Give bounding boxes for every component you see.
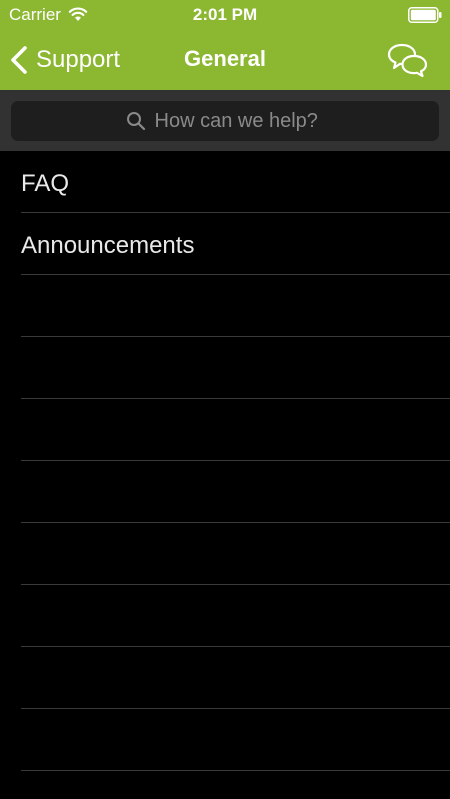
empty-row [21,585,450,647]
status-bar: Carrier 2:01 PM [0,0,450,30]
empty-row [21,523,450,585]
battery-icon [408,7,442,23]
empty-row [21,709,450,771]
back-button-label: Support [36,46,121,73]
empty-row [21,399,450,461]
list-item-faq[interactable]: FAQ [21,151,450,213]
support-list: FAQ Announcements [0,151,450,771]
list-item-label: Announcements [21,232,195,259]
back-button[interactable]: Support [10,42,120,78]
empty-row [21,647,450,709]
empty-row [21,337,450,399]
chat-bubbles-icon[interactable] [386,42,430,78]
status-time: 2:01 PM [192,5,258,24]
search-area [0,90,450,151]
chevron-left-icon [11,46,27,74]
screen: Carrier 2:01 PM Support General How can … [0,0,450,799]
list-item-announcements[interactable]: Announcements [21,213,450,275]
search-input[interactable] [154,109,325,133]
navigation-bar: Support General [0,30,450,90]
search-field[interactable] [11,101,439,141]
list-item-label: FAQ [21,170,70,197]
empty-row [21,275,450,337]
empty-row [21,461,450,523]
search-icon [126,112,145,131]
header: Carrier 2:01 PM Support General [0,0,450,90]
